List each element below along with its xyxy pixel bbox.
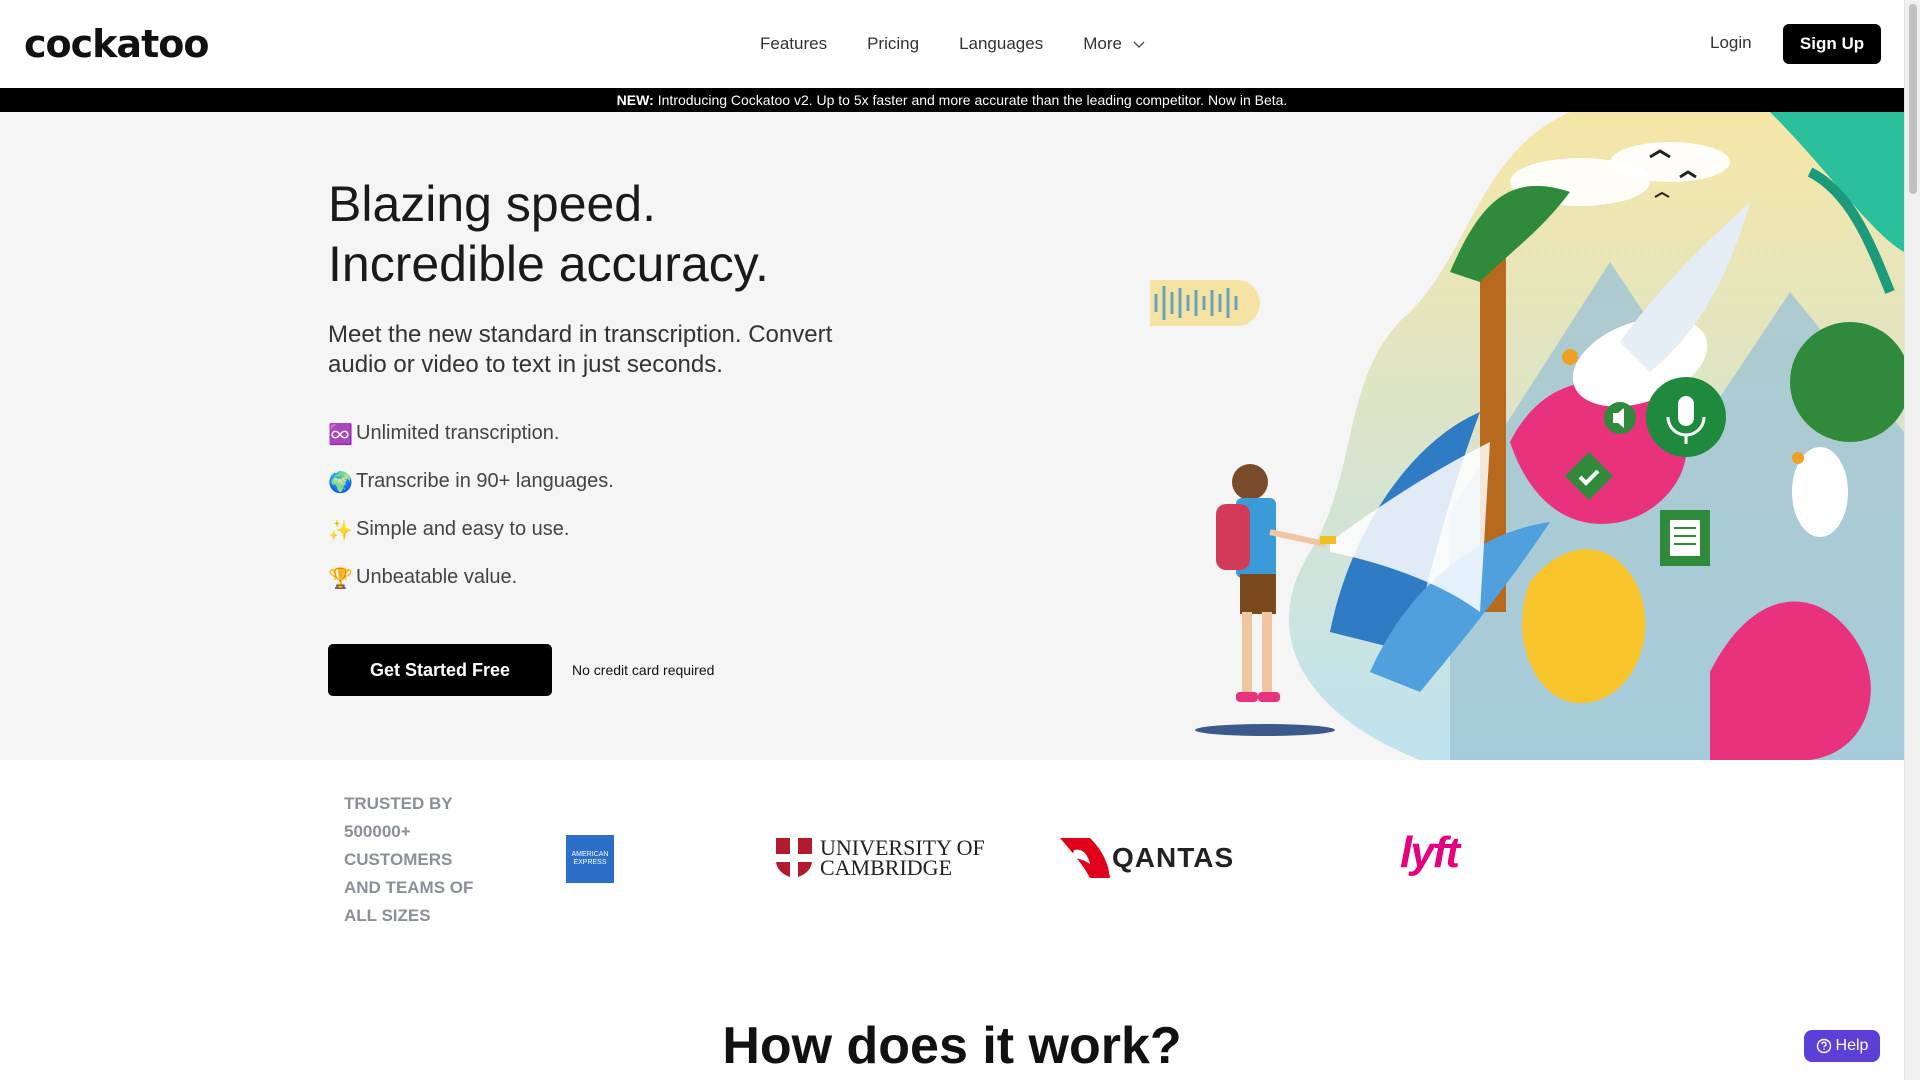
- question-circle-icon: [1816, 1038, 1831, 1054]
- trophy-icon: 🏆: [328, 568, 353, 590]
- nav-pricing[interactable]: Pricing: [867, 34, 919, 54]
- help-label: Help: [1835, 1037, 1869, 1054]
- sparkles-icon: ✨: [328, 520, 353, 542]
- banner-text: Introducing Cockatoo v2. Up to 5x faster…: [657, 92, 1288, 108]
- qantas-kangaroo-icon: [1060, 838, 1110, 878]
- cockatoo-logo[interactable]: cockatoo: [24, 22, 209, 66]
- qantas-wordmark: QANTAS: [1112, 842, 1235, 873]
- page-scrollbar[interactable]: [1904, 0, 1920, 1080]
- hero-illustration: [1150, 112, 1904, 760]
- scrollbar-thumb[interactable]: [1909, 4, 1917, 194]
- feature-text: Unbeatable value.: [356, 566, 518, 588]
- feature-list: ♾️ Unlimited transcription. 🌍 Transcribe i…: [328, 422, 614, 614]
- hero-subtitle: Meet the new standard in transcription. …: [328, 321, 833, 378]
- hero-title: Blazing speed. Incredible accuracy.: [328, 174, 769, 294]
- help-button[interactable]: Help: [1804, 1030, 1880, 1062]
- qantas-logo: QANTAS: [1060, 838, 1234, 878]
- feature-text: Unlimited transcription.: [356, 422, 560, 444]
- nav-languages[interactable]: Languages: [959, 34, 1043, 54]
- hero-section: Blazing speed. Incredible accuracy. Meet…: [0, 112, 1904, 760]
- hero-title-line2: Incredible accuracy.: [328, 236, 769, 292]
- site-header: cockatoo Features Pricing Languages More…: [0, 0, 1904, 88]
- cambridge-line2: CAMBRIDGE: [820, 855, 953, 880]
- nav-features[interactable]: Features: [760, 34, 827, 54]
- feature-item: 🏆 Unbeatable value.: [328, 566, 614, 614]
- feature-item: ♾️ Unlimited transcription.: [328, 422, 614, 470]
- main-nav: Features Pricing Languages More: [760, 0, 1146, 88]
- feature-text: Transcribe in 90+ languages.: [356, 470, 614, 492]
- announcement-banner[interactable]: NEW: Introducing Cockatoo v2. Up to 5x f…: [0, 88, 1904, 112]
- how-it-works-title: How does it work?: [722, 1017, 1182, 1075]
- cambridge-shield-icon: [776, 838, 812, 878]
- hero-title-line1: Blazing speed.: [328, 176, 657, 232]
- lyft-logo: lyft: [1400, 828, 1460, 877]
- nav-more[interactable]: More: [1083, 34, 1146, 54]
- globe-icon: 🌍: [328, 472, 353, 494]
- trusted-by-text: TRUSTED BY 500000+ CUSTOMERS AND TEAMS O…: [344, 794, 474, 925]
- signup-button[interactable]: Sign Up: [1783, 24, 1881, 64]
- feature-item: ✨ Simple and easy to use.: [328, 518, 614, 566]
- infinity-icon: ♾️: [328, 424, 353, 446]
- get-started-button[interactable]: Get Started Free: [328, 644, 552, 696]
- banner-prefix: NEW:: [616, 92, 654, 108]
- feature-item: 🌍 Transcribe in 90+ languages.: [328, 470, 614, 518]
- no-credit-card-note: No credit card required: [572, 662, 715, 678]
- amex-logo: AMERICAN EXPRESS: [566, 835, 614, 883]
- cambridge-logo: UNIVERSITY OF CAMBRIDGE: [776, 837, 985, 880]
- nav-more-label: More: [1083, 34, 1122, 53]
- chevron-down-icon: [1133, 41, 1145, 48]
- feature-text: Simple and easy to use.: [356, 518, 570, 540]
- login-link[interactable]: Login: [1710, 33, 1752, 53]
